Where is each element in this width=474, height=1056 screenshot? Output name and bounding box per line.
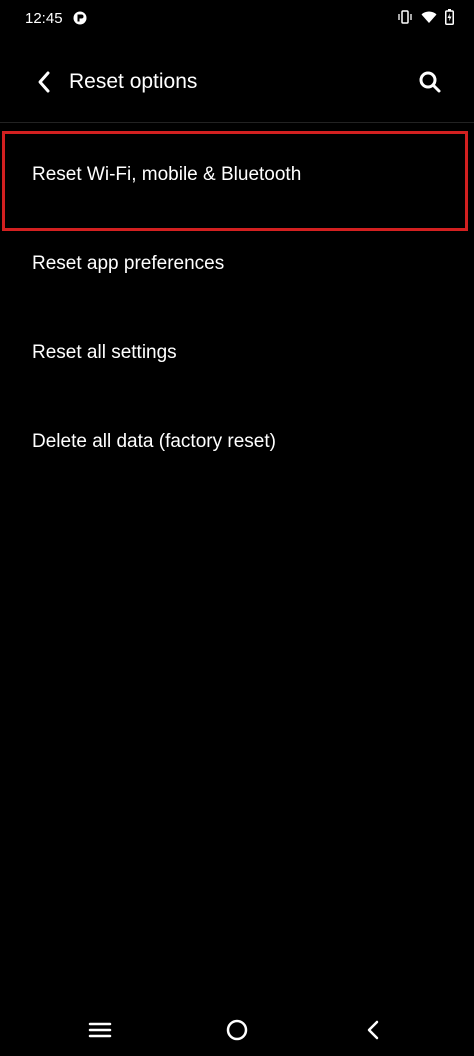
menu-item-label: Reset Wi-Fi, mobile & Bluetooth [32,163,302,185]
reset-all-settings-item[interactable]: Reset all settings [0,308,474,397]
menu-item-label: Reset all settings [32,341,177,363]
factory-reset-item[interactable]: Delete all data (factory reset) [0,397,474,486]
menu-item-label: Delete all data (factory reset) [32,430,276,452]
recents-button[interactable] [80,1012,120,1048]
search-button[interactable] [414,66,446,98]
vibrate-icon [397,10,413,29]
chevron-left-icon [38,71,50,93]
search-icon [419,71,441,93]
home-icon [226,1019,248,1041]
app-bar: Reset options [0,50,474,114]
status-time: 12:45 [25,10,63,27]
reset-network-item[interactable]: Reset Wi-Fi, mobile & Bluetooth [0,130,474,219]
menu-item-label: Reset app preferences [32,252,225,274]
reset-options-list: Reset Wi-Fi, mobile & Bluetooth Reset ap… [0,130,474,486]
wifi-icon [421,10,437,29]
back-button[interactable] [30,66,58,98]
app-notification-icon [73,11,87,30]
reset-app-preferences-item[interactable]: Reset app preferences [0,219,474,308]
header-divider [0,122,474,123]
page-title: Reset options [69,70,198,93]
status-bar: 12:45 [0,0,474,40]
navigation-bar [0,1000,474,1056]
nav-back-button[interactable] [353,1012,393,1048]
battery-icon [445,9,454,30]
back-icon [367,1020,379,1040]
home-button[interactable] [217,1012,257,1048]
menu-icon [88,1022,112,1038]
